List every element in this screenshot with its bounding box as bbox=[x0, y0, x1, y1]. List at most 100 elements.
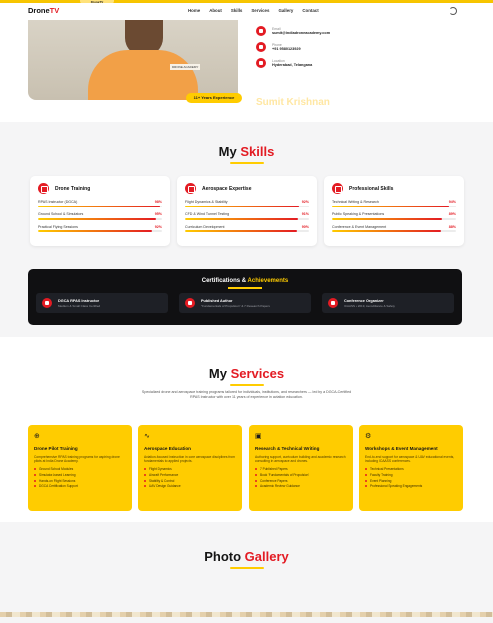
skill-bar bbox=[38, 217, 162, 220]
skill-card-title: Professional Skills bbox=[349, 185, 394, 192]
photo-shirt bbox=[88, 50, 198, 100]
list-item: Aircraft Performance bbox=[144, 473, 236, 477]
cert-name: Published Author bbox=[201, 298, 233, 303]
skill-name: Public Speaking & Presentations bbox=[332, 212, 385, 217]
service-title: Drone Pilot Training bbox=[34, 446, 78, 451]
list-item: Hands-on Flight Sessions bbox=[34, 479, 126, 483]
skill-bar bbox=[38, 205, 162, 208]
nav-services[interactable]: Services bbox=[251, 8, 269, 13]
certificate-icon bbox=[42, 298, 52, 308]
skill-name: Conference & Event Management bbox=[332, 224, 387, 229]
skill-percent: 92% bbox=[301, 200, 309, 204]
skill-bar-fill bbox=[38, 230, 153, 232]
list-item: 7 Published Papers bbox=[255, 467, 347, 471]
heading-main: Photo bbox=[204, 549, 242, 564]
skill-card: Professional Skills Technical Writing & … bbox=[324, 176, 464, 246]
skill-bar-fill bbox=[185, 205, 300, 208]
contact-value: Hyderabad, Telangana bbox=[272, 63, 313, 67]
service-description: Aviation-focused instruction in core aer… bbox=[144, 454, 236, 463]
nav-menu: Home About Skills Services Gallery Conta… bbox=[188, 8, 319, 13]
list-item: Ground School Modules bbox=[34, 467, 126, 471]
skill-bar bbox=[332, 205, 456, 208]
service-features: Technical Presentations Faculty Training… bbox=[365, 467, 457, 488]
skill-card: Drone Training RPAS Instructor (DGCA) 98%… bbox=[30, 176, 170, 246]
contact-value: sumit@indiadroneacademy.com bbox=[272, 31, 331, 35]
book-icon: ▣ bbox=[255, 433, 262, 440]
cert-card: Published Author "Fundamentals of Propuls… bbox=[179, 293, 311, 313]
nav-about[interactable]: About bbox=[209, 8, 222, 13]
cert-name: Conference Organizer bbox=[344, 298, 384, 303]
service-title: Research & Technical Writing bbox=[255, 446, 320, 451]
services-section: My Services Specialized drone and aerosp… bbox=[0, 337, 493, 522]
heading-underline bbox=[230, 162, 264, 164]
list-item: Technical Presentations bbox=[365, 467, 457, 471]
contact-list: Email sumit@indiadroneacademy.com Phone … bbox=[256, 26, 330, 74]
pulse-icon: ∿ bbox=[144, 433, 150, 440]
nav-gallery[interactable]: Gallery bbox=[278, 8, 293, 13]
cert-sub: Medium & Small Class Certified bbox=[58, 303, 101, 308]
list-item: Flight Dynamics bbox=[144, 467, 236, 471]
nav-skills[interactable]: Skills bbox=[231, 8, 242, 13]
skill-row: CFD & Wind Tunnel Testing 91% bbox=[185, 212, 309, 220]
photo-badge: DRONE ACADEMY bbox=[170, 64, 201, 70]
service-card[interactable]: ∿ Aerospace Education Aviation-focused i… bbox=[138, 425, 242, 511]
list-item: Event Planning bbox=[365, 479, 457, 483]
skills-heading: My Skills bbox=[0, 144, 493, 159]
list-item: Academic Review Guidance bbox=[255, 484, 347, 488]
gallery-heading: Photo Gallery bbox=[0, 549, 493, 564]
contact-phone[interactable]: Phone +91 9580123929 bbox=[256, 42, 330, 52]
skill-row: Public Speaking & Presentations 89% bbox=[332, 212, 456, 220]
heading-accent: Services bbox=[230, 366, 285, 381]
hero-name: Sumit Krishnan bbox=[256, 97, 330, 108]
skill-bar bbox=[185, 205, 309, 208]
skill-name: Flight Dynamics & Stability bbox=[185, 200, 228, 204]
skill-row: Technical Writing & Research 94% bbox=[332, 200, 456, 208]
skill-bar-fill bbox=[332, 217, 443, 220]
skill-row: Ground School & Simulators 95% bbox=[38, 212, 162, 220]
skill-name: Curriculum Development bbox=[185, 224, 225, 229]
list-item: DGCA Certification Support bbox=[34, 484, 126, 488]
contact-email[interactable]: Email sumit@indiadroneacademy.com bbox=[256, 26, 330, 36]
heading-accent: Skills bbox=[240, 144, 275, 159]
skills-section: My Skills Drone Training RPAS Instructor… bbox=[0, 122, 493, 337]
experience-badge: 11+ Years Experience bbox=[186, 93, 242, 103]
service-card[interactable]: ▣ Research & Technical Writing Authoring… bbox=[249, 425, 353, 511]
heading-underline bbox=[228, 287, 262, 289]
service-card[interactable]: ⚙ Workshops & Event Management End-to-en… bbox=[359, 425, 463, 511]
skill-percent: 92% bbox=[154, 224, 162, 229]
gallery-image-strip[interactable] bbox=[0, 612, 493, 617]
service-card[interactable]: ⊕ Drone Pilot Training Comprehensive RPA… bbox=[28, 425, 132, 511]
heading-main: Certifications & bbox=[201, 278, 247, 284]
skill-card: Aerospace Expertise Flight Dynamics & St… bbox=[177, 176, 317, 246]
services-heading: My Services bbox=[0, 366, 493, 381]
skill-bar-fill bbox=[185, 217, 298, 220]
skill-row: Curriculum Development 90% bbox=[185, 225, 309, 232]
skill-percent: 90% bbox=[301, 224, 309, 229]
gear-icon: ⚙ bbox=[365, 433, 372, 440]
skill-row: RPAS Instructor (DGCA) 98% bbox=[38, 200, 162, 208]
certifications-panel: Certifications & Achievements DGCA RPAS … bbox=[28, 269, 462, 325]
list-item: Stability & Control bbox=[144, 479, 236, 483]
skill-row: Flight Dynamics & Stability 92% bbox=[185, 200, 309, 208]
skill-name: Practical Flying Sessions bbox=[38, 224, 78, 229]
service-features: 7 Published Papers Book 'Fundamentals of… bbox=[255, 467, 347, 488]
service-features: Ground School Modules Simulator-based Le… bbox=[34, 467, 126, 488]
nav-home[interactable]: Home bbox=[188, 8, 200, 13]
cert-card: DGCA RPAS Instructor Medium & Small Class… bbox=[36, 293, 168, 313]
service-features: Flight Dynamics Aircraft Performance Sta… bbox=[144, 467, 236, 488]
skill-bar-fill bbox=[332, 230, 442, 232]
skill-percent: 98% bbox=[154, 200, 162, 204]
service-title: Workshops & Event Management bbox=[365, 446, 438, 451]
site-logo[interactable]: DroneTV bbox=[28, 6, 59, 15]
skill-bar bbox=[185, 230, 309, 232]
list-item: Faculty Training bbox=[365, 473, 457, 477]
heading-underline bbox=[230, 567, 264, 569]
nav-contact[interactable]: Contact bbox=[302, 8, 318, 13]
navbar: DroneTV Home About Skills Services Galle… bbox=[0, 3, 493, 20]
skill-row: Practical Flying Sessions 92% bbox=[38, 225, 162, 232]
cert-sub: "Fundamentals of Propulsion" & 7 Researc… bbox=[201, 303, 270, 308]
skill-bar bbox=[185, 217, 309, 220]
heading-underline bbox=[230, 384, 264, 386]
skill-bar bbox=[38, 230, 162, 232]
moon-icon[interactable] bbox=[449, 7, 457, 15]
